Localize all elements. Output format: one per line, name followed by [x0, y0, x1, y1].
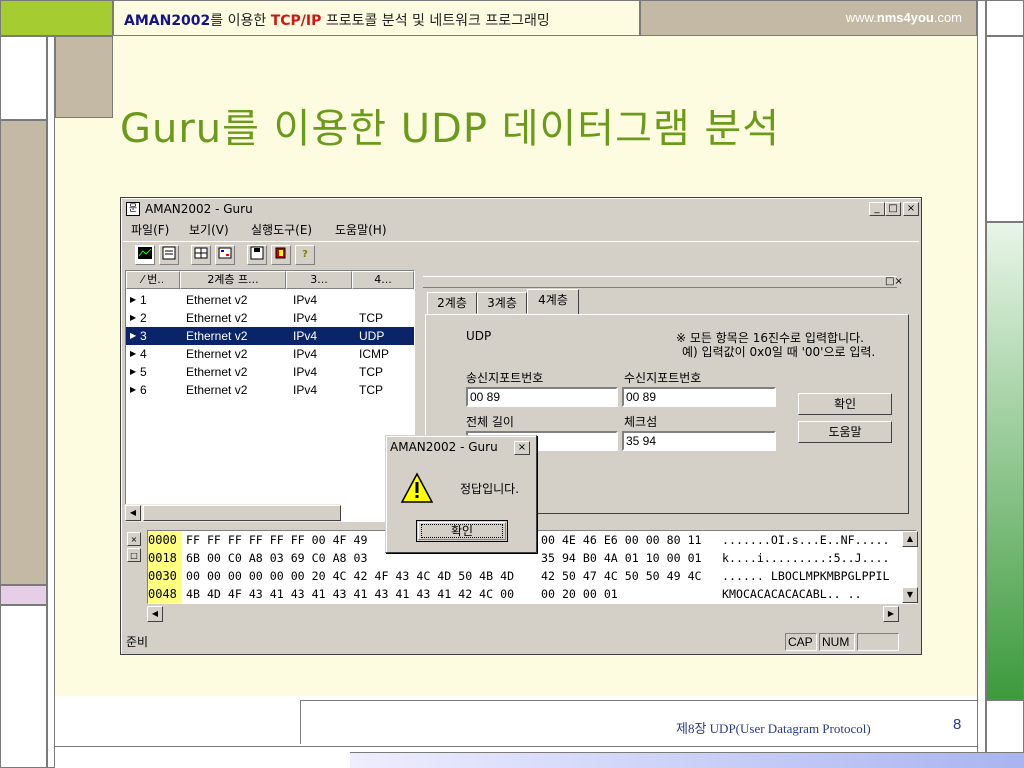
dst-port-field[interactable]: 00 89 [622, 387, 776, 407]
deco-box [986, 0, 1024, 36]
tab-layer4[interactable]: 4계층 [527, 289, 579, 315]
hex-input-note: ※ 모든 항목은 16진수로 입력합니다. [676, 331, 864, 345]
menu-run-tools[interactable]: 실행도구(E) [251, 221, 312, 238]
header-brand: AMAN2002 [124, 13, 211, 29]
dialog-close-button[interactable]: × [514, 441, 530, 455]
dialog-title: AMAN2002 - Guru [390, 440, 498, 454]
scroll-thumb[interactable] [143, 505, 341, 521]
header-rest: 프로토콜 분석 및 네트워크 프로그래밍 [321, 13, 550, 29]
packet-row[interactable]: ▶ 1 Ethernet v2 IPv4 [126, 291, 414, 309]
num-indicator: NUM [819, 633, 855, 651]
status-text: 준비 [126, 635, 149, 649]
hex-close-icon[interactable]: × [127, 532, 141, 546]
capture-icon[interactable] [159, 245, 179, 265]
packet-list: ⁄ 번.. 2계층 프... 3... 4... ▶ 1 Ethernet v2 IP… [125, 270, 415, 522]
cap-indicator: CAP [785, 633, 817, 651]
list-horizontal-scrollbar[interactable]: ◀ [125, 504, 341, 522]
header-text: AMAN2002를 이용한 TCP/IP 프로토콜 분석 및 네트워크 프로그래… [124, 10, 550, 30]
website-url: www.nms4you.com [845, 10, 962, 25]
tab-layer3[interactable]: 3계층 [477, 292, 527, 314]
deco-box [0, 120, 47, 585]
slide-header: AMAN2002를 이용한 TCP/IP 프로토콜 분석 및 네트워크 프로그래… [113, 0, 640, 36]
confirm-button[interactable]: 확인 [798, 393, 892, 415]
help-button[interactable]: 도움말 [798, 421, 892, 443]
bottom-gradient-bar [350, 752, 1024, 768]
dialog-titlebar[interactable]: AMAN2002 - Guru × [388, 438, 534, 456]
maximize-button[interactable]: □ [885, 202, 901, 216]
src-port-label: 송신지포트번호 [466, 371, 544, 385]
column-header-layer2[interactable]: 2계층 프... [180, 271, 286, 289]
deco-box [0, 605, 47, 768]
checksum-field[interactable]: 35 94 [622, 431, 776, 451]
header-url-bar: www.nms4you.com [640, 0, 977, 36]
menu-view[interactable]: 보기(V) [189, 221, 229, 238]
menu-help[interactable]: 도움말(H) [335, 221, 387, 238]
page-number: 8 [953, 716, 962, 733]
header-mid: 를 이용한 [210, 13, 271, 29]
packet-row[interactable]: ▶ 4 Ethernet v2 IPv4 ICMP [126, 345, 414, 363]
protocol-icon[interactable] [191, 245, 211, 265]
corner-decoration [0, 0, 113, 36]
checksum-label: 체크섬 [624, 415, 658, 429]
book-icon[interactable] [271, 245, 291, 265]
warning-icon [400, 472, 434, 508]
src-port-field[interactable]: 00 89 [466, 387, 618, 407]
menu-bar: 파일(F) 보기(V) 실행도구(E) 도움말(H) [123, 219, 919, 239]
save-icon[interactable] [247, 245, 267, 265]
menu-file[interactable]: 파일(F) [131, 221, 169, 238]
deco-box [977, 0, 986, 768]
panel-grip [423, 276, 897, 288]
toolbar: ? [123, 241, 919, 267]
window-titlebar[interactable]: 문 AMAN2002 - Guru _ □ × [123, 200, 919, 218]
deco-box [47, 36, 55, 768]
hex-restore-icon[interactable]: □ [127, 548, 141, 562]
filter-icon[interactable] [215, 245, 235, 265]
column-header-number[interactable]: ⁄ 번.. [126, 271, 180, 289]
minimize-button[interactable]: _ [869, 202, 885, 216]
length-label: 전체 길이 [466, 415, 514, 429]
graph-icon[interactable] [135, 245, 155, 265]
close-button[interactable]: × [903, 202, 919, 216]
slide-title: Guru를 이용한 UDP 데이터그램 분석 [120, 106, 781, 152]
hex-scroll-right-icon[interactable]: ▶ [883, 606, 899, 622]
packet-row-selected[interactable]: ▶ 3 Ethernet v2 IPv4 UDP [126, 327, 414, 345]
guru-app-icon: 문 [126, 202, 140, 216]
column-header-layer4[interactable]: 4... [352, 271, 414, 289]
window-title: AMAN2002 - Guru [145, 202, 253, 216]
status-extra [857, 633, 899, 651]
deco-box [0, 585, 47, 605]
header-protocol: TCP/IP [270, 13, 322, 29]
tab-layer2[interactable]: 2계층 [427, 292, 477, 314]
help-icon[interactable]: ? [295, 245, 315, 265]
dialog-ok-label: 확인 [450, 524, 474, 538]
dialog-message: 정답입니다. [460, 482, 520, 496]
packet-row[interactable]: ▶ 2 Ethernet v2 IPv4 TCP [126, 309, 414, 327]
scroll-left-icon[interactable]: ◀ [125, 505, 141, 521]
packet-row[interactable]: ▶ 5 Ethernet v2 IPv4 TCP [126, 363, 414, 381]
column-header-layer3[interactable]: 3... [286, 271, 352, 289]
message-dialog: AMAN2002 - Guru × 정답입니다. 확인 [385, 435, 537, 553]
hex-scroll-left-icon[interactable]: ◀ [147, 606, 163, 622]
guru-window: 문 AMAN2002 - Guru _ □ × 파일(F) 보기(V) 실행도구… [120, 197, 922, 655]
footer-box [300, 700, 977, 744]
deco-box [55, 36, 113, 118]
footer-chapter: 제8장 UDP(User Datagram Protocol) [676, 721, 871, 736]
hex-input-example: 예) 입력값이 0x0일 때 '00'으로 입력. [682, 345, 876, 359]
dialog-ok-button[interactable]: 확인 [416, 520, 508, 542]
deco-box [986, 222, 1024, 700]
scroll-down-icon[interactable]: ▼ [902, 587, 918, 603]
packet-row[interactable]: ▶ 6 Ethernet v2 IPv4 TCP [126, 381, 414, 399]
deco-box [0, 36, 47, 120]
panel-controls[interactable]: □× [885, 276, 903, 287]
deco-box [986, 36, 1024, 222]
protocol-label: UDP [466, 329, 492, 343]
status-bar: 준비 CAP NUM [123, 632, 919, 652]
scroll-up-icon[interactable]: ▲ [902, 531, 918, 547]
dst-port-label: 수신지포트번호 [624, 371, 702, 385]
